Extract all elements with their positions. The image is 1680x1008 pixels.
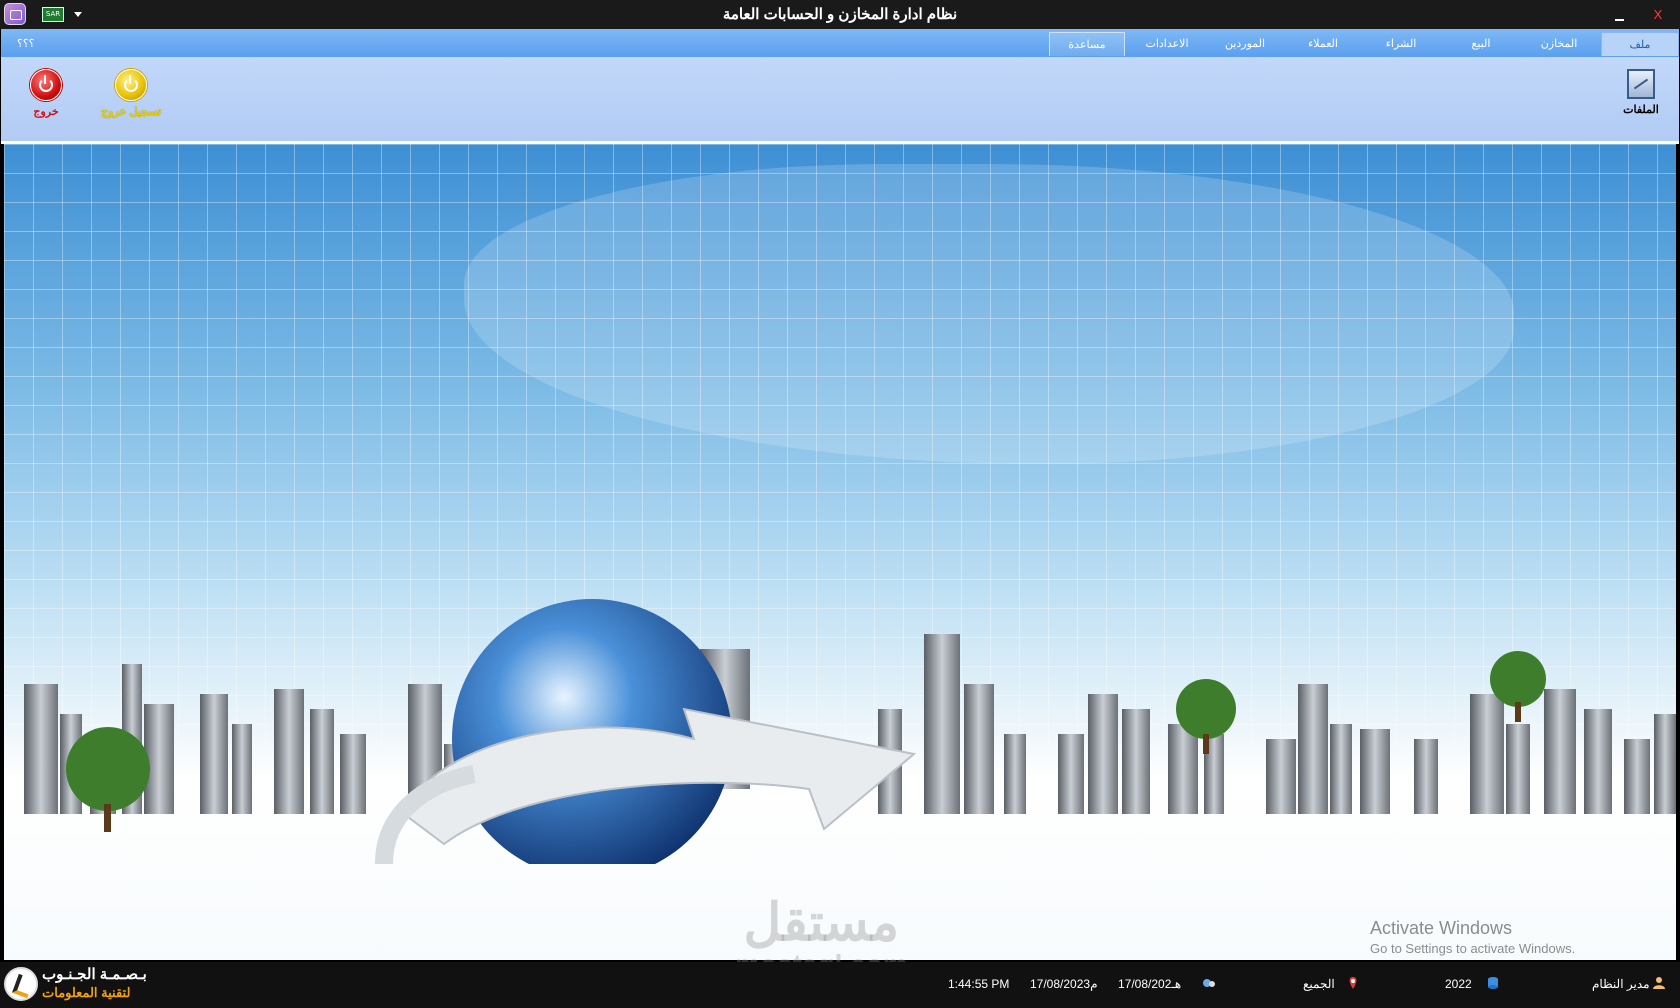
location-pin-icon [1349,977,1357,989]
status-time: 1:44:55 PM [948,977,1010,991]
tab-suppliers[interactable]: الموردين [1209,32,1281,56]
logout-power-icon [115,69,147,101]
activate-windows-subtitle: Go to Settings to activate Windows. [1370,941,1576,956]
company-name-line2: لتقنية المعلومات [42,985,131,1000]
activate-windows-title: Activate Windows [1370,918,1513,938]
status-bar: بـصـمـة الجـنـوب لتقنية المعلومات 1:44:5… [0,962,1680,1008]
logout-label: تسجيل خروج [101,106,161,118]
sync-icon [1203,979,1215,987]
ribbon-tab-bar: ؟؟؟ مساعدة الاعدادات الموردين العملاء ال… [1,29,1679,58]
exit-button[interactable]: خروج [25,69,67,118]
status-gregorian-date: 17/08/2023م [1030,977,1098,991]
company-name: بـصـمـة الجـنـوب لتقنية المعلومات [42,966,147,1002]
close-button[interactable]: X [1648,6,1668,24]
exit-label: خروج [33,106,59,118]
company-logo-icon [4,967,38,1001]
help-question-icon[interactable]: ؟؟؟ [17,37,35,50]
files-button[interactable]: الملفات [1619,69,1663,116]
tab-sales[interactable]: البيع [1445,32,1517,56]
power-icon [30,69,62,101]
status-branch: الجميع [1303,977,1335,991]
tab-settings[interactable]: الاعدادات [1131,32,1203,56]
tab-file[interactable]: ملف [1601,32,1679,56]
title-bar: SAR نظام ادارة المخازن و الحسابات العامة… [0,0,1680,29]
status-hijri-date: 17/08/202هـ [1118,977,1182,991]
tab-warehouses[interactable]: المخازن [1523,32,1595,56]
activate-windows-watermark: Activate Windows Go to Settings to activ… [1370,918,1575,956]
mostaql-watermark-ar: مستقل [743,894,900,952]
files-label: الملفات [1623,104,1659,116]
city-skyline-illustration [24,599,1676,864]
status-user: مدير النظام [1592,977,1650,991]
minimize-button[interactable] [1608,6,1632,24]
tab-help[interactable]: مساعدة [1049,32,1125,56]
company-name-line1: بـصـمـة الجـنـوب [42,966,147,983]
status-year: 2022 [1445,977,1472,991]
user-icon [1653,977,1665,989]
logout-button[interactable]: تسجيل خروج [97,69,165,118]
tab-customers[interactable]: العملاء [1287,32,1359,56]
database-icon [1488,977,1498,989]
window-title: نظام ادارة المخازن و الحسابات العامة [722,6,958,23]
ribbon-panel: خروج تسجيل خروج الملفات [1,57,1679,144]
tab-purchase[interactable]: الشراء [1365,32,1437,56]
files-chart-icon [1627,69,1655,99]
main-background [4,144,1676,960]
